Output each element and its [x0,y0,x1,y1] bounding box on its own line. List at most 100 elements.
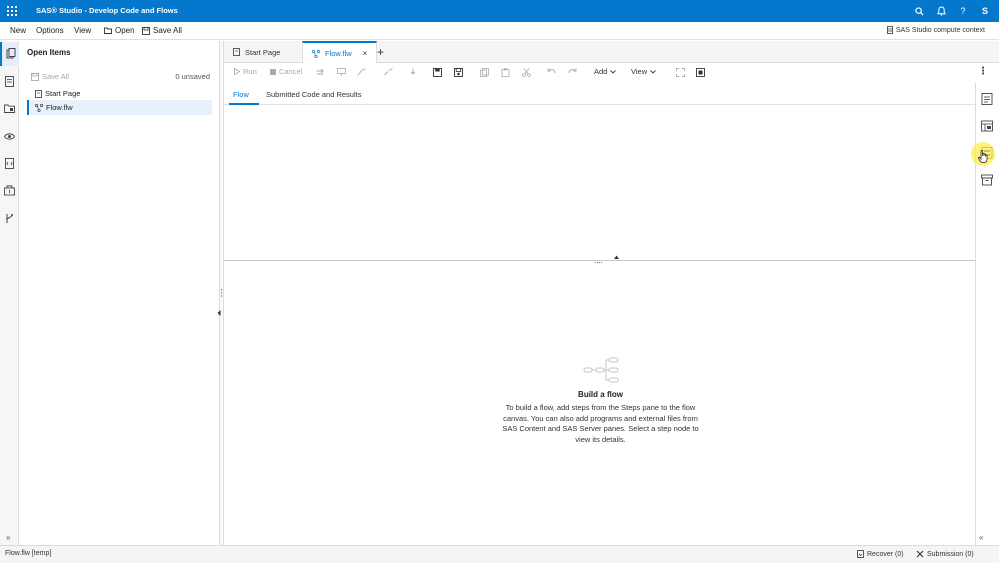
open-label: Open [115,26,135,35]
submission-icon [916,550,924,558]
menu-options[interactable]: Options [36,26,64,35]
node-properties-icon[interactable] [981,93,993,105]
flow-icon [312,49,320,58]
open-button[interactable]: Open [104,26,135,35]
recover-label: Recover (0) [867,550,904,558]
documents-icon [6,48,16,59]
active-subtab-indicator [229,103,259,105]
table-preview-icon[interactable] [981,120,993,132]
bell-icon[interactable] [935,4,947,18]
empty-state-body: To build a flow, add steps from the Step… [502,403,699,444]
cut-icon[interactable] [522,68,531,77]
flow-subtabs: Flow Submitted Code and Results [224,86,975,105]
subtab-submitted-code[interactable]: Submitted Code and Results [266,90,361,99]
app-grid-icon[interactable] [6,5,18,17]
flow-toolbar: Run Cancel Add View [224,63,975,83]
status-file: Flow.flw [temp] [5,550,52,557]
tab-start-page[interactable]: Start Page [224,41,289,63]
pane-save-all-button[interactable]: Save All [31,72,69,81]
chevron-down-icon [650,69,656,74]
add-node-icon[interactable] [337,68,346,76]
save-all-button[interactable]: Save All [142,26,182,35]
compute-context[interactable]: SAS Studio compute context [886,26,985,34]
more-options-icon[interactable]: ⋮ [978,66,988,77]
unsaved-count: 0 unsaved [175,72,210,81]
tab-flow[interactable]: Flow.flw × [302,41,378,64]
status-bar: Flow.flw [temp] Recover (0) Submission (… [0,545,999,563]
empty-state-title: Build a flow [578,390,623,399]
page-icon [233,48,240,56]
redo-icon[interactable] [568,68,577,76]
folder-icon [104,27,112,34]
cancel-label: Cancel [279,67,303,76]
add-tab-button[interactable]: + [377,45,384,59]
overview-icon[interactable] [696,68,705,77]
help-icon[interactable]: ? [957,4,969,18]
menu-new[interactable]: New [10,26,26,35]
search-icon[interactable] [913,4,925,18]
page-icon [35,89,42,98]
submission-button[interactable]: Submission (0) [916,550,974,558]
git-icon[interactable] [4,213,15,224]
eye-icon[interactable] [4,131,15,142]
subtab-flow[interactable]: Flow [233,90,249,99]
open-item-start-page[interactable]: Start Page [27,86,212,101]
run-icon [234,68,240,75]
view-menu-button[interactable]: View [631,67,656,76]
paste-icon[interactable] [501,68,510,77]
recover-icon [857,550,864,558]
open-items-pane: Open Items Save All 0 unsaved Start Page… [19,41,220,545]
expand-panel-icon[interactable]: » [6,533,10,542]
save-as-icon[interactable] [454,68,463,77]
add-menu-button[interactable]: Add [594,67,617,76]
compute-context-label: SAS Studio compute context [895,26,985,34]
server-icon [886,26,893,34]
folder-icon[interactable] [4,103,15,114]
collapse-panel-icon[interactable]: « [979,533,983,542]
add-menu-label: Add [594,67,608,76]
open-item-label: Start Page [45,89,81,98]
tab-label: Flow.flw [325,49,352,58]
tab-label: Start Page [245,47,281,57]
save-all-label: Save All [153,26,182,35]
flow-illustration-icon [583,357,618,383]
chevron-up-icon[interactable] [614,255,619,259]
save-all-icon [31,72,39,81]
splitter-grip-icon[interactable] [220,288,223,298]
libraries-icon[interactable] [4,185,15,196]
app-titlebar: SAS® Studio - Develop Code and Flows ? S [0,0,999,22]
undo-icon[interactable] [547,68,556,76]
view-menu-label: View [631,67,648,76]
titlebar-actions: ? S [913,4,991,18]
collapse-pane-icon[interactable] [217,310,221,316]
fit-to-screen-icon[interactable] [676,68,685,77]
open-item-label: Flow.flw [46,103,73,112]
save-icon[interactable] [433,68,442,77]
open-items-nav[interactable] [0,42,19,66]
cancel-button[interactable]: Cancel [270,67,302,76]
empty-state: Build a flow To build a flow, add steps … [497,356,704,445]
menu-view[interactable]: View [74,26,91,35]
run-button[interactable]: Run [234,67,257,76]
open-items-header: Open Items [27,48,71,57]
flow-icon [35,103,43,112]
snippets-icon[interactable] [4,158,15,169]
download-icon[interactable] [409,68,417,76]
flow-canvas[interactable] [224,106,975,260]
splitter-dots[interactable]: .... [594,256,603,265]
close-tab-icon[interactable]: × [363,49,368,58]
open-item-flow[interactable]: Flow.flw [27,100,212,115]
stop-icon [270,68,276,75]
auto-arrange-icon[interactable] [316,69,324,76]
connect-icon[interactable] [357,68,366,76]
menubar: New Options View Open Save All SAS Studi… [0,22,999,40]
hand-cursor-icon [978,150,988,163]
app-title: SAS® Studio - Develop Code and Flows [36,6,178,15]
recover-button[interactable]: Recover (0) [857,550,904,558]
document-tabs: Start Page Flow.flw × + [224,41,999,64]
archive-icon[interactable] [981,174,993,186]
disconnect-icon[interactable] [384,68,393,76]
steps-icon[interactable] [4,76,15,87]
user-avatar[interactable]: S [979,4,991,18]
copy-icon[interactable] [480,68,489,77]
